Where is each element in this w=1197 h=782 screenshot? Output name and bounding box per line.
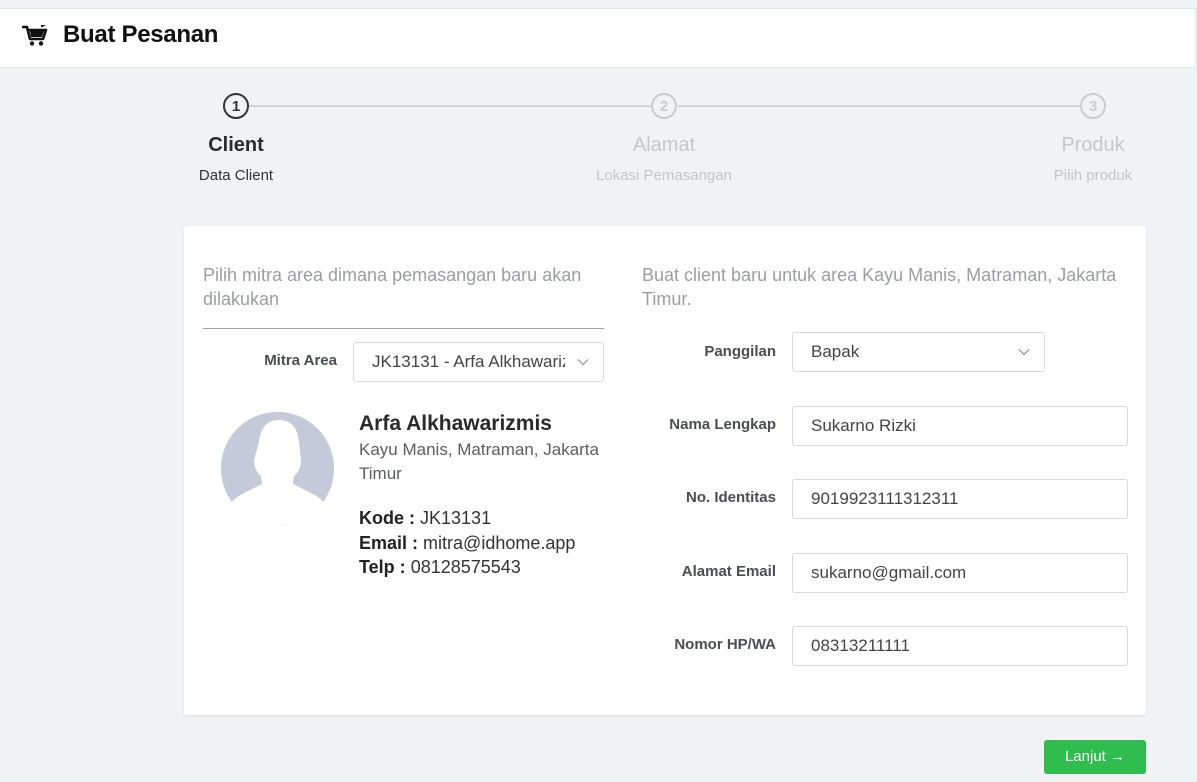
step-3-number[interactable]: 3: [1080, 93, 1106, 119]
top-strip: [0, 0, 1197, 8]
left-divider: [203, 328, 604, 329]
step-3-label: Produk: [1061, 134, 1125, 156]
mitra-address: Kayu Manis, Matraman, Jakarta Timur: [359, 440, 599, 483]
email-label: Email :: [359, 533, 419, 553]
nama-lengkap-label: Nama Lengkap: [669, 416, 776, 433]
person-silhouette-icon: [221, 412, 334, 525]
kode-label: Kode :: [359, 508, 415, 528]
nomor-hp-input[interactable]: 08313211111: [792, 626, 1128, 666]
step-2-sub: Lokasi Pemasangan: [596, 167, 732, 184]
step-3-sub: Pilih produk: [1053, 167, 1133, 184]
chevron-down-icon: [1018, 349, 1030, 356]
step-2-label: Alamat: [632, 134, 696, 156]
mitra-area-label: Mitra Area: [264, 352, 337, 369]
right-intro-text: Buat client baru untuk area Kayu Manis, …: [642, 265, 1117, 309]
email-value: mitra@idhome.app: [423, 533, 576, 553]
step-1-sub: Data Client: [198, 167, 274, 184]
step-connector-1: [249, 105, 651, 107]
left-intro-text: Pilih mitra area dimana pemasangan baru …: [203, 265, 582, 309]
panggilan-label: Panggilan: [704, 343, 776, 360]
alamat-email-label: Alamat Email: [681, 563, 776, 580]
form-card: Pilih mitra area dimana pemasangan baru …: [184, 226, 1146, 715]
cart-icon: [22, 25, 48, 46]
telp-label: Telp :: [359, 557, 406, 577]
mitra-kode-line: Kode : JK13131: [359, 508, 491, 529]
panggilan-select[interactable]: Bapak: [792, 332, 1045, 372]
chevron-down-icon: [577, 359, 589, 366]
step-1-number[interactable]: 1: [223, 93, 249, 119]
mitra-telp-line: Telp : 08128575543: [359, 557, 521, 578]
kode-value: JK13131: [420, 508, 492, 528]
mitra-area-value: JK13131 - Arfa Alkhawarizmis: [372, 352, 565, 371]
no-identitas-label: No. Identitas: [685, 489, 776, 506]
telp-value: 08128575543: [410, 557, 521, 577]
mitra-avatar: [221, 412, 334, 525]
step-1-label: Client: [208, 134, 264, 156]
step-2-number[interactable]: 2: [651, 93, 677, 119]
next-button[interactable]: Lanjut →: [1044, 740, 1146, 774]
panggilan-value: Bapak: [811, 342, 860, 361]
nomor-hp-label: Nomor HP/WA: [674, 636, 776, 653]
no-identitas-input[interactable]: 9019923111312311: [792, 479, 1128, 519]
page-header: Buat Pesanan: [0, 8, 1196, 68]
mitra-name: Arfa Alkhawarizmis: [359, 412, 552, 435]
nama-lengkap-input[interactable]: Sukarno Rizki: [792, 406, 1128, 446]
mitra-email-line: Email : mitra@idhome.app: [359, 533, 575, 554]
mitra-area-select[interactable]: JK13131 - Arfa Alkhawarizmis: [353, 342, 604, 382]
step-connector-2: [678, 105, 1080, 107]
page-title: Buat Pesanan: [63, 21, 219, 48]
alamat-email-input[interactable]: sukarno@gmail.com: [792, 553, 1128, 593]
